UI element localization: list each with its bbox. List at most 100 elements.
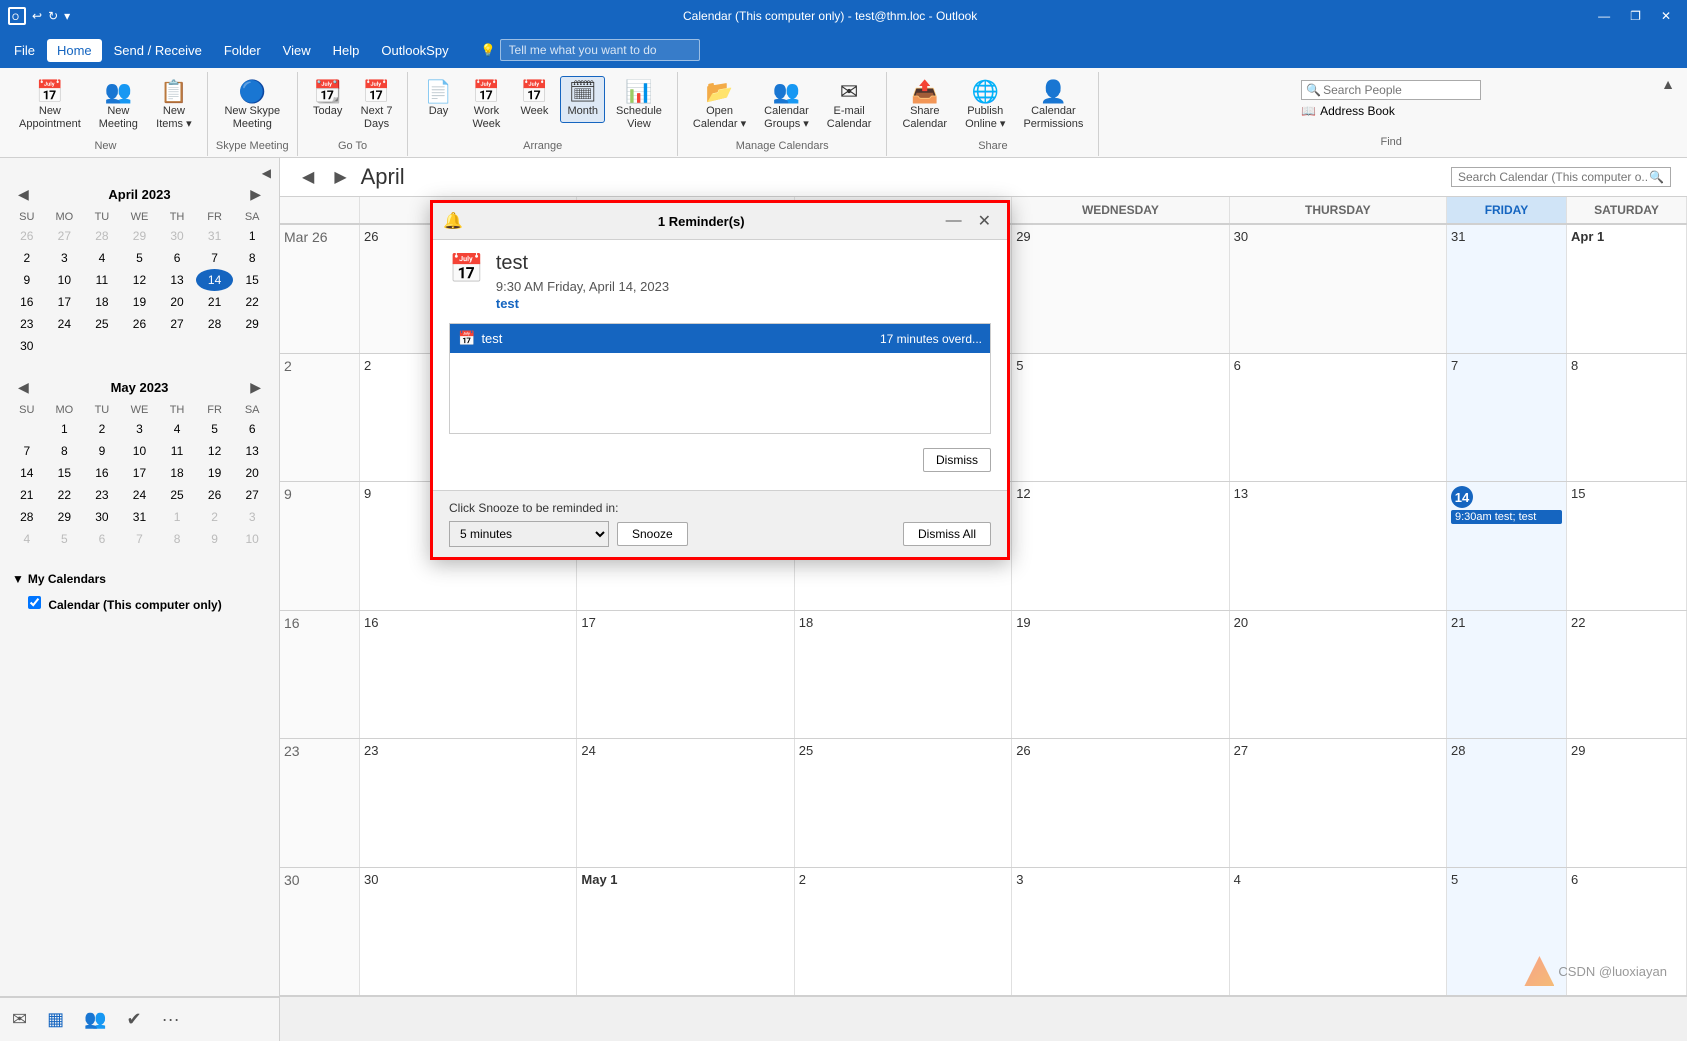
mini-cal-day[interactable]: 10: [121, 440, 159, 462]
dismiss-button[interactable]: Dismiss: [923, 448, 991, 472]
nav-more-button[interactable]: ···: [158, 1005, 184, 1034]
mini-cal-day[interactable]: 8: [46, 440, 84, 462]
month-cell[interactable]: 4: [1230, 868, 1447, 996]
month-cell[interactable]: 25: [795, 739, 1012, 867]
email-calendar-button[interactable]: ✉ E-mailCalendar: [820, 76, 879, 136]
mini-cal-day[interactable]: 29: [46, 506, 84, 528]
week-button[interactable]: 📅 Week: [512, 76, 556, 123]
mini-cal-day[interactable]: 7: [8, 440, 46, 462]
month-cell[interactable]: 19: [1012, 611, 1229, 739]
menu-outlookspy[interactable]: OutlookSpy: [371, 39, 458, 62]
mini-cal-day[interactable]: 7: [121, 528, 159, 550]
mini-cal-day[interactable]: 5: [121, 247, 159, 269]
mini-cal-day[interactable]: 5: [196, 418, 234, 440]
calendar-search-input[interactable]: [1458, 170, 1649, 184]
mini-cal-day[interactable]: 31: [121, 506, 159, 528]
dialog-close-button[interactable]: ✕: [972, 209, 997, 233]
month-cell[interactable]: 20: [1230, 611, 1447, 739]
mini-cal-day[interactable]: 25: [158, 484, 196, 506]
mini-cal-day[interactable]: 19: [196, 462, 234, 484]
mini-cal-day[interactable]: 8: [158, 528, 196, 550]
mini-cal-day[interactable]: 21: [196, 291, 234, 313]
minimize-button[interactable]: —: [1590, 7, 1618, 25]
mini-cal-day[interactable]: 29: [233, 313, 271, 335]
snooze-select[interactable]: 5 minutes 10 minutes 15 minutes 30 minut…: [449, 521, 609, 547]
mini-cal-day[interactable]: 9: [83, 440, 121, 462]
search-people-input[interactable]: [1323, 83, 1478, 97]
menu-send-receive[interactable]: Send / Receive: [104, 39, 212, 62]
calendar-groups-button[interactable]: 👥 CalendarGroups ▾: [757, 76, 816, 136]
next7days-button[interactable]: 📅 Next 7Days: [354, 76, 400, 136]
mini-cal-day[interactable]: 28: [196, 313, 234, 335]
month-cell[interactable]: Apr 1: [1567, 225, 1687, 353]
nav-tasks-button[interactable]: ✔: [123, 1005, 146, 1034]
mini-cal-day[interactable]: 6: [83, 528, 121, 550]
nav-calendar-button[interactable]: ▦: [43, 1005, 68, 1034]
month-cell[interactable]: 26: [1012, 739, 1229, 867]
mini-cal-day[interactable]: 27: [46, 225, 84, 247]
month-cell[interactable]: 22: [1567, 611, 1687, 739]
month-cell[interactable]: 7: [1447, 354, 1567, 482]
calendar-next-button[interactable]: ▶: [328, 165, 352, 189]
mini-cal-day[interactable]: 16: [83, 462, 121, 484]
new-items-button[interactable]: 📋 NewItems ▾: [149, 76, 199, 136]
may-next-button[interactable]: ▶: [244, 377, 267, 398]
month-cell[interactable]: May 1: [577, 868, 794, 996]
mini-cal-day[interactable]: 15: [46, 462, 84, 484]
tell-me-input[interactable]: [500, 39, 700, 61]
month-cell[interactable]: 31: [1447, 225, 1567, 353]
menu-folder[interactable]: Folder: [214, 39, 271, 62]
mini-cal-day[interactable]: 9: [8, 269, 46, 291]
mini-cal-day[interactable]: 29: [121, 225, 159, 247]
mini-cal-day[interactable]: 14: [8, 462, 46, 484]
new-meeting-button[interactable]: 👥 NewMeeting: [92, 76, 145, 136]
mini-cal-day[interactable]: 17: [46, 291, 84, 313]
mini-cal-day[interactable]: 10: [46, 269, 84, 291]
mini-cal-day[interactable]: 1: [46, 418, 84, 440]
month-cell[interactable]: 2: [795, 868, 1012, 996]
my-calendars-header[interactable]: ▼ My Calendars: [8, 566, 271, 592]
mini-cal-day[interactable]: 6: [233, 418, 271, 440]
mini-cal-day[interactable]: 23: [83, 484, 121, 506]
calendar-prev-button[interactable]: ◀: [296, 165, 320, 189]
mini-cal-day[interactable]: 26: [8, 225, 46, 247]
mini-cal-day[interactable]: 27: [233, 484, 271, 506]
publish-online-button[interactable]: 🌐 PublishOnline ▾: [958, 76, 1012, 136]
snooze-button[interactable]: Snooze: [617, 522, 688, 546]
month-cell[interactable]: 3: [1012, 868, 1229, 996]
reminder-event-subject[interactable]: test: [496, 296, 991, 311]
nav-contacts-button[interactable]: 👥: [80, 1005, 110, 1034]
month-cell[interactable]: 23: [360, 739, 577, 867]
mini-cal-day[interactable]: 16: [8, 291, 46, 313]
mini-cal-day[interactable]: 2: [8, 247, 46, 269]
mini-cal-day[interactable]: 23: [8, 313, 46, 335]
month-cell[interactable]: 29: [1012, 225, 1229, 353]
mini-cal-day[interactable]: 6: [158, 247, 196, 269]
mini-cal-day[interactable]: 13: [233, 440, 271, 462]
sidebar-collapse-button[interactable]: ◀: [262, 166, 271, 180]
month-cell[interactable]: 5: [1012, 354, 1229, 482]
mini-cal-day[interactable]: 11: [83, 269, 121, 291]
month-cell[interactable]: 6: [1230, 354, 1447, 482]
month-cell[interactable]: 12: [1012, 482, 1229, 610]
new-appointment-button[interactable]: 📅 NewAppointment: [12, 76, 88, 136]
month-cell[interactable]: 30: [1230, 225, 1447, 353]
mini-cal-day[interactable]: 15: [233, 269, 271, 291]
menu-help[interactable]: Help: [323, 39, 370, 62]
mini-cal-day[interactable]: 24: [121, 484, 159, 506]
mini-cal-day[interactable]: 3: [46, 247, 84, 269]
restore-button[interactable]: ❐: [1622, 7, 1649, 25]
calendar-event[interactable]: 9:30am test; test: [1451, 510, 1562, 524]
april-next-button[interactable]: ▶: [244, 184, 267, 205]
mini-cal-day[interactable]: 30: [8, 335, 46, 357]
mini-cal-day[interactable]: 3: [233, 506, 271, 528]
mini-cal-day[interactable]: 9: [196, 528, 234, 550]
mini-cal-day[interactable]: 21: [8, 484, 46, 506]
month-cell[interactable]: 29: [1567, 739, 1687, 867]
mini-cal-day[interactable]: 27: [158, 313, 196, 335]
mini-cal-day[interactable]: 10: [233, 528, 271, 550]
month-cell[interactable]: 28: [1447, 739, 1567, 867]
dialog-minimize-button[interactable]: —: [940, 209, 968, 233]
calendar-permissions-button[interactable]: 👤 CalendarPermissions: [1016, 76, 1090, 136]
day-button[interactable]: 📄 Day: [416, 76, 460, 123]
